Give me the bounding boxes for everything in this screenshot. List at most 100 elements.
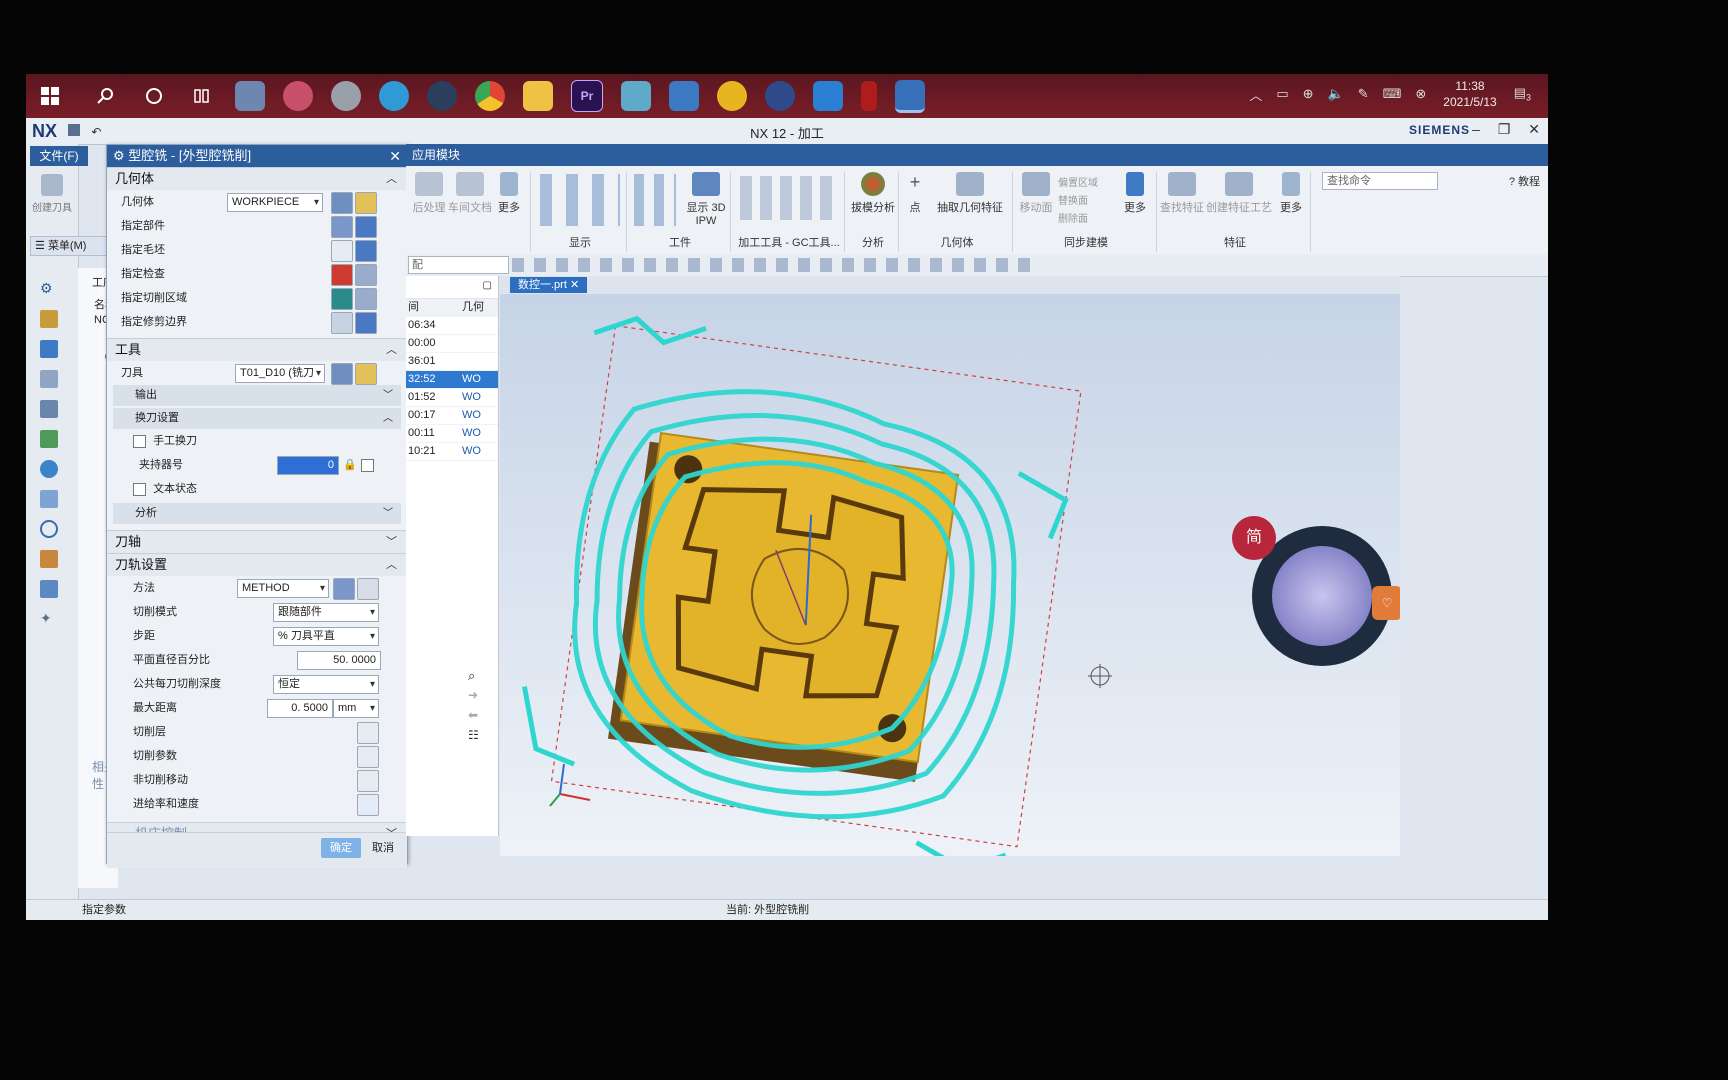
- palette-icon[interactable]: [40, 490, 58, 508]
- table-row[interactable]: 00:17 WO: [406, 407, 498, 425]
- path-settings-section-header[interactable]: 刀轨设置 ︿: [107, 553, 407, 576]
- non-cut-moves-row[interactable]: 非切削移动: [107, 768, 407, 792]
- search-icon[interactable]: [91, 81, 121, 111]
- reuse-library-icon[interactable]: [40, 430, 58, 448]
- more-button[interactable]: 更多: [1276, 172, 1306, 215]
- new-geometry-icon[interactable]: [331, 192, 353, 214]
- workpiece-tool-icons[interactable]: [634, 174, 676, 226]
- help-icon[interactable]: ?: [1509, 176, 1515, 188]
- draft-analysis-button[interactable]: 拔模分析: [848, 172, 898, 215]
- flashlight-icon[interactable]: [355, 288, 377, 310]
- windows-start-icon[interactable]: [40, 81, 60, 111]
- arrow-left-icon[interactable]: ⬅: [468, 708, 492, 728]
- select-blank-icon[interactable]: [331, 240, 353, 262]
- type-filter-select[interactable]: 配: [408, 256, 509, 274]
- lock-icon[interactable]: 🔒: [343, 453, 357, 477]
- output-subsection[interactable]: 输出 ﹀: [113, 385, 401, 406]
- table-row[interactable]: 36:01: [406, 353, 498, 371]
- close-icon[interactable]: ✕: [570, 279, 579, 291]
- tutorial-link[interactable]: 教程: [1518, 176, 1540, 188]
- max-distance-unit-select[interactable]: mm: [333, 699, 379, 718]
- close-icon[interactable]: ✕: [1528, 121, 1540, 137]
- menu-button[interactable]: ☰ 菜单(M): [30, 236, 110, 256]
- wrench-icon[interactable]: ✦: [40, 610, 58, 628]
- close-icon[interactable]: ✕: [389, 145, 401, 167]
- part-file-tab[interactable]: 数控一.prt ✕: [510, 277, 588, 293]
- stepover-select[interactable]: % 刀具平直: [273, 627, 379, 646]
- move-face-button[interactable]: 移动面: [1016, 172, 1056, 215]
- volume-icon[interactable]: 🔈: [1328, 86, 1344, 102]
- system-scene-icon[interactable]: [40, 580, 58, 598]
- cancel-button[interactable]: 取消: [365, 838, 401, 858]
- app-icon[interactable]: [861, 81, 877, 111]
- chrome-icon[interactable]: [475, 81, 505, 111]
- cut-levels-row[interactable]: 切削层: [107, 720, 407, 744]
- heart-icon[interactable]: ♡: [1372, 586, 1400, 620]
- geometry-select[interactable]: WORKPIECE: [227, 193, 323, 212]
- table-row[interactable]: 00:11 WO: [406, 425, 498, 443]
- cut-levels-icon[interactable]: [357, 722, 379, 744]
- select-cut-area-icon[interactable]: [331, 288, 353, 310]
- cut-params-row[interactable]: 切削参数: [107, 744, 407, 768]
- tool-select[interactable]: T01_D10 (铣刀: [235, 364, 325, 383]
- extract-geometry-button[interactable]: 抽取几何特征: [930, 172, 1010, 215]
- app-icon[interactable]: [813, 81, 843, 111]
- selection-tool-icons[interactable]: [512, 258, 1032, 272]
- feeds-speeds-icon[interactable]: [357, 794, 379, 816]
- edit-method-icon[interactable]: [333, 578, 355, 600]
- select-part-icon[interactable]: [331, 216, 353, 238]
- holder-checkbox[interactable]: [361, 459, 374, 472]
- more-button[interactable]: 更多: [1120, 172, 1150, 215]
- offset-region-button[interactable]: 偏置区域: [1058, 174, 1098, 189]
- max-distance-input[interactable]: 0. 5000: [267, 699, 333, 718]
- flashlight-icon[interactable]: [355, 240, 377, 262]
- graphics-window[interactable]: 数控一.prt ✕ 简 ♡: [500, 276, 1400, 856]
- minimize-icon[interactable]: –: [1472, 121, 1480, 137]
- app-icon[interactable]: [765, 81, 795, 111]
- manual-change-checkbox[interactable]: [133, 434, 146, 448]
- create-tool-button[interactable]: 创建刀具: [30, 174, 74, 214]
- settings-icon[interactable]: ⚙: [40, 280, 58, 298]
- app-icon[interactable]: [283, 81, 313, 111]
- non-cut-moves-icon[interactable]: [357, 770, 379, 792]
- tool-axis-section-header[interactable]: 刀轴 ﹀: [107, 530, 407, 553]
- tool-change-subsection[interactable]: 换刀设置 ︿: [113, 408, 401, 429]
- replace-face-button[interactable]: 替换面: [1058, 192, 1088, 207]
- postprocess-button[interactable]: 后处理: [410, 172, 448, 215]
- table-row[interactable]: 06:34: [406, 317, 498, 335]
- tool-section-header[interactable]: 工具 ︿: [107, 338, 407, 361]
- select-check-icon[interactable]: [331, 264, 353, 286]
- roles-icon[interactable]: [40, 550, 58, 568]
- app-icon[interactable]: [331, 81, 361, 111]
- tab-application[interactable]: 应用模块: [412, 148, 460, 162]
- command-search-input[interactable]: 查找命令: [1322, 172, 1438, 190]
- flashlight-icon[interactable]: [355, 312, 377, 334]
- arrow-right-icon[interactable]: ➜: [468, 688, 492, 708]
- delete-face-button[interactable]: 删除面: [1058, 210, 1088, 225]
- list-icon[interactable]: ☷: [468, 728, 492, 748]
- search-icon[interactable]: ⌕: [468, 668, 492, 688]
- more-button[interactable]: 更多: [494, 172, 524, 215]
- operation-navigator-icon[interactable]: [40, 310, 58, 328]
- wrench-icon[interactable]: [357, 578, 379, 600]
- text-state-checkbox[interactable]: [133, 482, 146, 496]
- app-icon[interactable]: [621, 81, 651, 111]
- ok-button[interactable]: 确定: [321, 838, 361, 858]
- notification-icon[interactable]: ▤3: [1514, 85, 1531, 103]
- file-menu[interactable]: 文件(F): [30, 146, 88, 166]
- cortana-icon[interactable]: [139, 81, 169, 111]
- network-icon[interactable]: ▭: [1276, 86, 1288, 102]
- select-trim-boundary-icon[interactable]: [331, 312, 353, 334]
- gc-tool-icons[interactable]: [740, 176, 838, 220]
- premiere-icon[interactable]: Pr: [571, 80, 603, 112]
- close-circle-icon[interactable]: ⊗: [1415, 86, 1426, 102]
- cut-mode-select[interactable]: 跟随部件: [273, 603, 379, 622]
- point-button[interactable]: + 点: [902, 172, 928, 215]
- app-icon[interactable]: [669, 81, 699, 111]
- flashlight-icon[interactable]: [355, 264, 377, 286]
- keyboard-icon[interactable]: ⌨: [1383, 86, 1402, 102]
- common-depth-select[interactable]: 恒定: [273, 675, 379, 694]
- restore-icon[interactable]: ❐: [1498, 121, 1511, 137]
- clock-icon[interactable]: [40, 520, 58, 538]
- edit-tool-icon[interactable]: [355, 363, 377, 385]
